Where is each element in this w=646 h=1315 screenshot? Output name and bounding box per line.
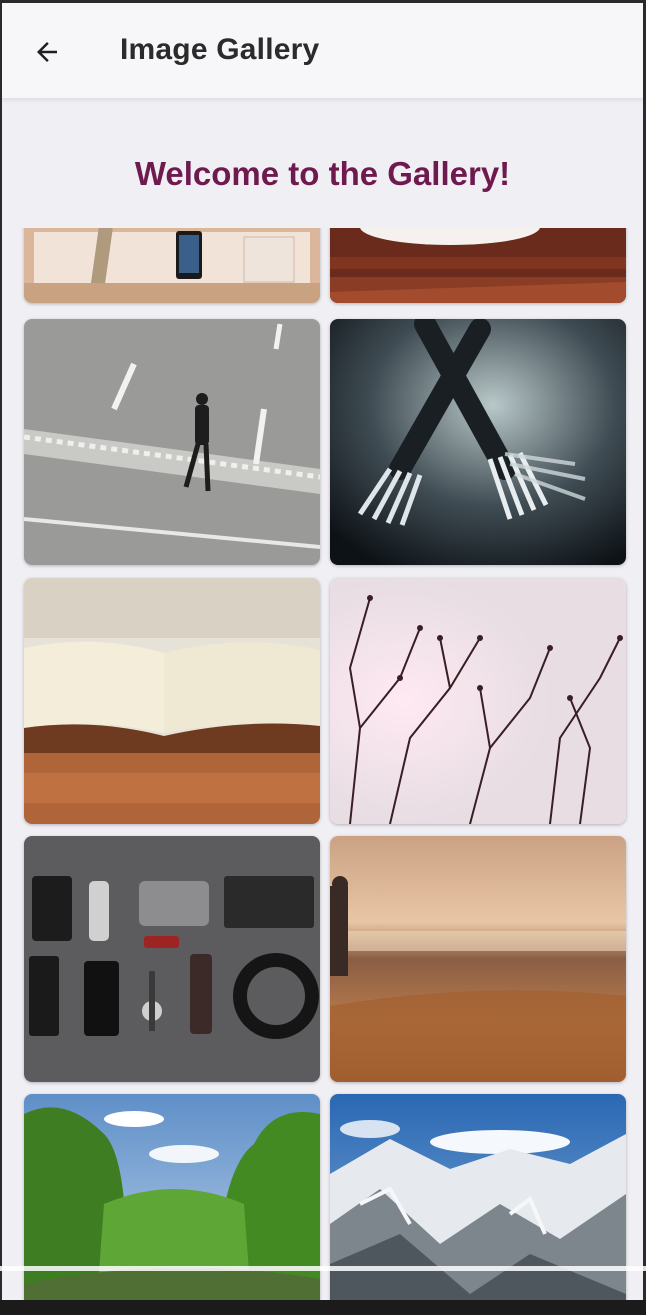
- gallery-image-crossed-forks[interactable]: [330, 319, 626, 565]
- welcome-heading: Welcome to the Gallery!: [134, 155, 511, 192]
- arrow-left-icon: [37, 42, 57, 62]
- app-window: Image Gallery Welcome to the Gallery!: [2, 3, 643, 1303]
- screen: Image Gallery Welcome to the Gallery!: [0, 0, 646, 1315]
- gallery-image-green-forest-valley[interactable]: [24, 1094, 320, 1303]
- gallery-image-desk-with-phone[interactable]: [24, 228, 320, 303]
- page-title: Image Gallery: [120, 33, 320, 66]
- bottom-strip: [0, 1300, 646, 1315]
- gallery-image-person-walking-street[interactable]: [24, 319, 320, 565]
- gallery-image-beach-sunset[interactable]: [330, 836, 626, 1082]
- image-grid: [2, 228, 643, 1303]
- gallery-image-tree-branches-sunset[interactable]: [330, 578, 626, 824]
- gallery-image-rusty-floor[interactable]: [330, 228, 626, 303]
- gallery-image-open-book[interactable]: [24, 578, 320, 824]
- gallery-image-snowy-mountains[interactable]: [330, 1094, 626, 1303]
- gesture-bar: [0, 1266, 646, 1271]
- back-button[interactable]: [24, 29, 70, 75]
- gallery-image-flat-lay-gadgets[interactable]: [24, 836, 320, 1082]
- app-bar: Image Gallery: [2, 3, 643, 99]
